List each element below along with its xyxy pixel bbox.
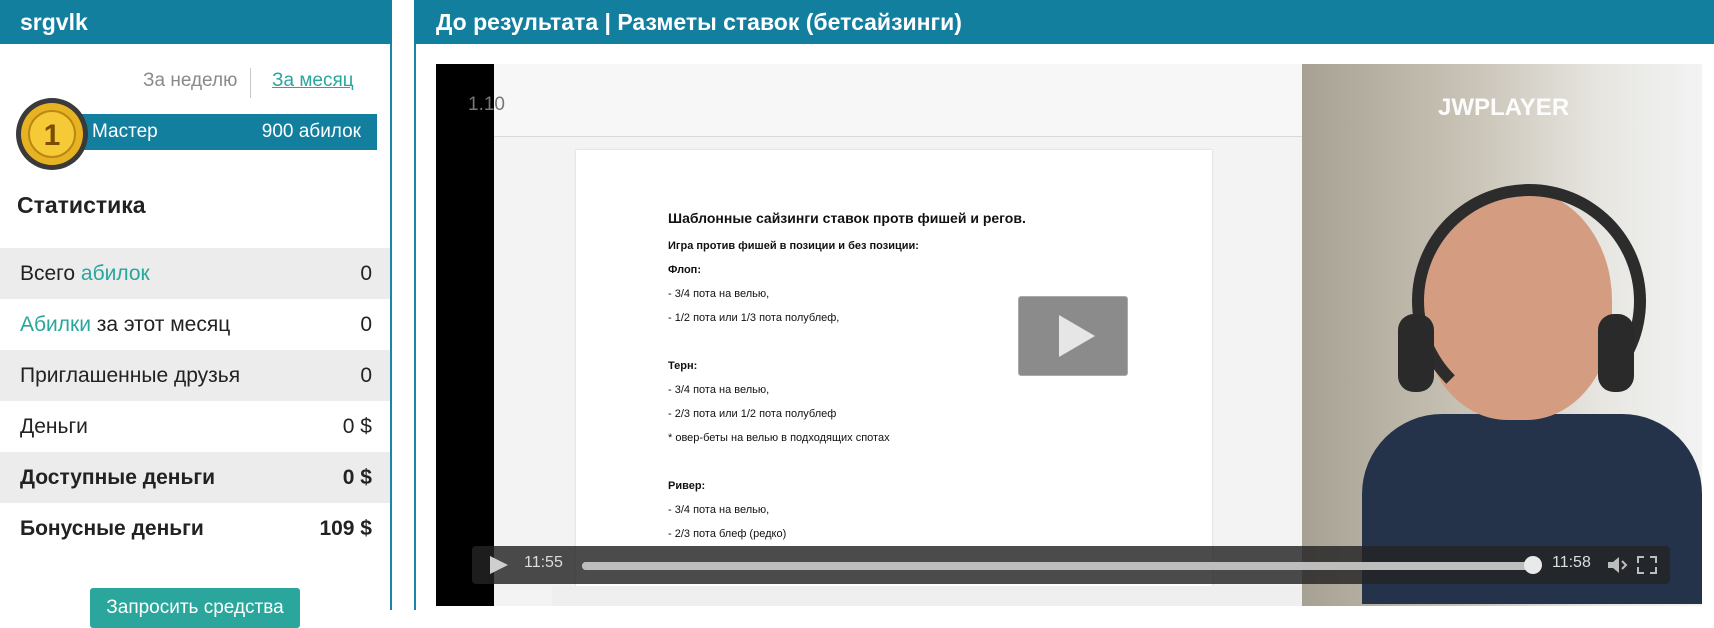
play-overlay-button[interactable] — [1018, 296, 1128, 376]
level-points: 900 абилок — [261, 121, 361, 142]
stat-value: 109 $ — [319, 516, 372, 540]
playback-speed: 1.10 — [468, 94, 505, 115]
document-line: - 2/3 пота блеф (редко) — [668, 528, 787, 540]
stat-value: 0 $ — [342, 414, 372, 438]
stat-label: Всего — [20, 261, 76, 285]
stat-row-money: Деньги 0 $ — [0, 401, 390, 452]
stat-value: 0 — [360, 363, 372, 387]
headphone-ear-left — [1398, 314, 1434, 392]
video-player[interactable]: Шаблонные сайзинги ставок протв фишей и … — [436, 64, 1702, 606]
webcam-feed — [1302, 64, 1702, 606]
page-title: До результата | Разметы ставок (бетсайзи… — [414, 0, 1714, 44]
tab-month[interactable]: За месяц — [272, 70, 354, 92]
level-title: Мастер — [92, 121, 158, 142]
volume-icon[interactable] — [1606, 555, 1628, 575]
play-icon — [1059, 315, 1095, 357]
document-line: - 1/2 пота или 1/3 пота полублеф, — [668, 312, 840, 324]
document-line: Ривер: — [668, 480, 706, 492]
current-time: 11:55 — [524, 554, 563, 571]
stat-label-accent: Абилки — [20, 312, 91, 336]
tab-week[interactable]: За неделю — [143, 70, 237, 92]
stat-row-invited-friends: Приглашенные друзья 0 — [0, 350, 390, 401]
play-button[interactable] — [488, 555, 510, 575]
stat-value: 0 — [360, 312, 372, 336]
stat-value: 0 — [360, 261, 372, 285]
document-line: - 2/3 пота или 1/2 пота полублеф — [668, 408, 837, 420]
document-title: Шаблонные сайзинги ставок протв фишей и … — [668, 210, 1026, 226]
stat-row-total-abilok: Всего абилок 0 — [0, 248, 390, 299]
request-funds-button[interactable]: Запросить средства — [90, 588, 300, 628]
document-line: Флоп: — [668, 264, 701, 276]
progress-fill — [582, 562, 1529, 570]
windows-taskbar — [552, 586, 1360, 606]
fullscreen-icon[interactable] — [1636, 555, 1658, 575]
period-divider — [250, 68, 251, 98]
document-line: Игра против фишей в позиции и без позици… — [668, 240, 919, 252]
medal-icon: 1 — [16, 98, 88, 170]
brand-text: JWPLAYER — [1438, 94, 1570, 121]
video-controls: 11:55 11:58 — [472, 546, 1670, 584]
document-line: - 3/4 пота на велью, — [668, 504, 770, 516]
statistics-title: Статистика — [17, 192, 146, 218]
stat-label: за этот месяц — [96, 312, 231, 336]
document-line: - 3/4 пота на велью, — [668, 288, 770, 300]
stat-label: Приглашенные друзья — [20, 363, 241, 387]
stat-label: Деньги — [20, 414, 88, 438]
document-page: Шаблонные сайзинги ставок протв фишей и … — [576, 150, 1212, 606]
stat-label: Бонусные деньги — [20, 516, 204, 540]
document-line: * овер-беты на велью в подходящих спотах — [668, 432, 890, 444]
word-ribbon — [494, 64, 1302, 137]
progress-timeline[interactable] — [582, 562, 1532, 570]
medal-number: 1 — [44, 119, 61, 152]
stat-label-accent: абилок — [80, 261, 150, 285]
document-line: Терн: — [668, 360, 698, 372]
progress-handle[interactable] — [1524, 556, 1542, 574]
document-line: - 3/4 пота на велью, — [668, 384, 770, 396]
user-header: srgvlk — [0, 0, 392, 44]
stat-row-available-money: Доступные деньги 0 $ — [0, 452, 390, 503]
duration: 11:58 — [1552, 554, 1591, 571]
stat-label: Доступные деньги — [20, 465, 216, 489]
stat-row-month-abilok: Абилки за этот месяц 0 — [0, 299, 390, 350]
jwplayer-logo: JWPLAYER — [1438, 94, 1569, 122]
screen-recording: Шаблонные сайзинги ставок протв фишей и … — [494, 64, 1360, 606]
stat-row-bonus-money: Бонусные деньги 109 $ — [0, 503, 390, 554]
stat-value: 0 $ — [342, 465, 372, 489]
headphone-ear-right — [1598, 314, 1634, 392]
